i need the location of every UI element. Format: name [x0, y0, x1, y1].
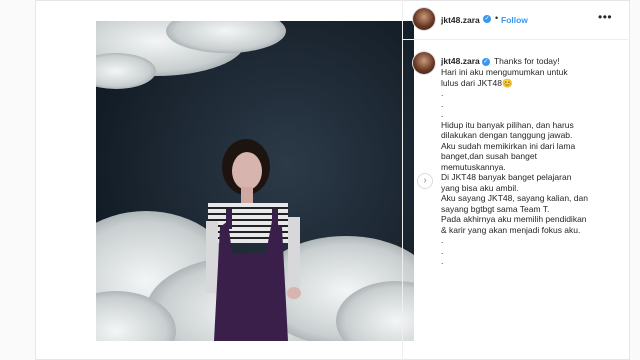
- caption-first-line: Thanks for today!: [493, 56, 560, 66]
- verified-badge-icon: ✓: [481, 57, 490, 66]
- follow-button[interactable]: Follow: [501, 15, 528, 25]
- panel-divider: [402, 0, 403, 360]
- verified-badge-icon: ✓: [483, 15, 491, 23]
- caption-text: Hari ini aku mengumumkan untuk lulus dar…: [441, 67, 588, 266]
- photo-illustration: [96, 21, 414, 341]
- post-photo[interactable]: [96, 21, 414, 341]
- separator-dot: •: [495, 13, 499, 23]
- caption-header: jkt48.zara ✓ Thanks for today!: [441, 56, 621, 67]
- caption-avatar[interactable]: [413, 52, 435, 74]
- caption-username-link[interactable]: jkt48.zara: [441, 56, 480, 66]
- more-options-icon[interactable]: •••: [598, 10, 612, 24]
- chevron-right-icon: ›: [423, 175, 427, 186]
- username-link[interactable]: jkt48.zara: [441, 15, 480, 25]
- avatar[interactable]: [413, 8, 435, 30]
- post-header: jkt48.zara ✓ • Follow •••: [403, 0, 630, 40]
- next-photo-button[interactable]: ›: [417, 173, 433, 189]
